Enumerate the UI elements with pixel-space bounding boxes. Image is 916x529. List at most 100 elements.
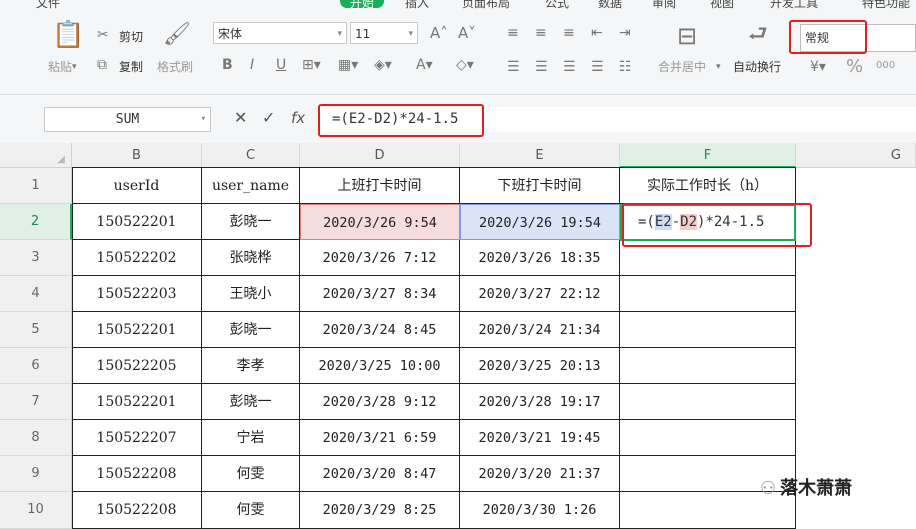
work-hours-cell[interactable] — [620, 384, 796, 420]
row-header[interactable]: 5 — [0, 312, 72, 348]
row-header[interactable]: 1 — [0, 168, 72, 204]
column-header-e[interactable]: E — [460, 143, 620, 168]
userid-cell[interactable]: 150522201 — [72, 384, 202, 420]
checkout-cell[interactable]: 2020/3/20 21:37 — [460, 456, 620, 492]
column-header-b[interactable]: B — [72, 143, 202, 168]
tab-home[interactable]: 开始 — [340, 0, 385, 10]
checkout-cell[interactable]: 2020/3/24 21:34 — [460, 312, 620, 348]
header-cell-checkin[interactable]: 上班打卡时间 — [300, 168, 460, 204]
confirm-icon[interactable]: ✓ — [262, 110, 275, 126]
font-size-select[interactable]: 11 ▾ — [350, 22, 418, 44]
font-shrink-icon[interactable]: A˅ — [458, 26, 476, 41]
header-cell-checkout[interactable]: 下班打卡时间 — [460, 168, 620, 204]
align-center-icon[interactable]: ☰ — [535, 60, 548, 74]
font-color-icon[interactable]: A▾ — [416, 58, 433, 72]
align-top-icon[interactable]: ≡ — [507, 26, 519, 40]
work-hours-cell[interactable] — [620, 276, 796, 312]
cancel-icon[interactable]: ✕ — [234, 110, 247, 126]
chevron-down-icon[interactable]: ▾ — [716, 60, 721, 74]
username-cell[interactable]: 何雯 — [202, 492, 300, 529]
align-bottom-icon[interactable]: ≡ — [563, 26, 575, 40]
tab-data[interactable]: 数据 — [598, 0, 622, 10]
tab-insert[interactable]: 插入 — [405, 0, 429, 10]
format-painter-icon[interactable]: 🖌 — [163, 24, 191, 46]
tab-developer[interactable]: 开发工具 — [770, 0, 818, 10]
copy-button[interactable]: 复制 — [119, 58, 143, 75]
userid-cell[interactable]: 150522201 — [72, 312, 202, 348]
username-cell[interactable]: 张晓桦 — [202, 240, 300, 276]
percent-button[interactable]: % — [846, 56, 863, 77]
indent-increase-icon[interactable]: ⇥ — [619, 26, 631, 40]
scissors-icon[interactable]: ✂ — [97, 28, 109, 42]
checkout-cell[interactable]: 2020/3/27 22:12 — [460, 276, 620, 312]
work-hours-cell[interactable] — [620, 312, 796, 348]
checkout-cell[interactable]: 2020/3/25 20:13 — [460, 348, 620, 384]
name-box[interactable]: SUM ▾ — [44, 107, 211, 132]
checkin-cell[interactable]: 2020/3/21 6:59 — [300, 420, 460, 456]
merge-center-icon[interactable]: ⊟ — [677, 24, 697, 48]
italic-icon[interactable]: I — [250, 58, 254, 72]
clear-icon[interactable]: ◇▾ — [456, 58, 474, 72]
column-header-d[interactable]: D — [300, 143, 460, 168]
username-cell[interactable]: 彭晓一 — [202, 384, 300, 420]
checkout-cell[interactable]: 2020/3/26 19:54 — [460, 204, 620, 240]
indent-decrease-icon[interactable]: ⇤ — [591, 26, 603, 40]
tab-review[interactable]: 审阅 — [652, 0, 676, 10]
bold-icon[interactable]: B — [222, 58, 233, 72]
font-name-select[interactable]: 宋体 ▾ — [213, 22, 347, 44]
checkin-cell[interactable]: 2020/3/25 10:00 — [300, 348, 460, 384]
row-header[interactable]: 4 — [0, 276, 72, 312]
tab-view[interactable]: 视图 — [710, 0, 734, 10]
userid-cell[interactable]: 150522203 — [72, 276, 202, 312]
checkin-cell[interactable]: 2020/3/29 8:25 — [300, 492, 460, 529]
align-middle-icon[interactable]: ≡ — [535, 26, 547, 40]
select-all-corner[interactable]: ◢ — [0, 143, 72, 168]
header-cell-work-hours[interactable]: 实际工作时长（h） — [620, 168, 796, 204]
tab-features[interactable]: 特色功能 — [862, 0, 910, 10]
header-cell-username[interactable]: user_name — [202, 168, 300, 204]
row-header[interactable]: 7 — [0, 384, 72, 420]
row-header[interactable]: 9 — [0, 456, 72, 492]
paste-icon[interactable]: 📋 — [52, 22, 84, 48]
userid-cell[interactable]: 150522202 — [72, 240, 202, 276]
wrap-text-icon[interactable]: ⮐ — [748, 24, 768, 46]
format-painter-button[interactable]: 格式刷 — [157, 58, 193, 75]
column-header-c[interactable]: C — [202, 143, 300, 168]
function-icon[interactable]: fx — [291, 111, 305, 126]
tab-formulas[interactable]: 公式 — [545, 0, 569, 10]
column-header-g[interactable]: G — [796, 143, 916, 168]
row-header[interactable]: 8 — [0, 420, 72, 456]
username-cell[interactable]: 王晓小 — [202, 276, 300, 312]
checkout-cell[interactable]: 2020/3/28 19:17 — [460, 384, 620, 420]
checkin-cell[interactable]: 2020/3/26 9:54 — [300, 204, 460, 240]
username-cell[interactable]: 宁岩 — [202, 420, 300, 456]
thousands-button[interactable]: 000 — [876, 60, 895, 71]
checkin-cell[interactable]: 2020/3/20 8:47 — [300, 456, 460, 492]
cut-button[interactable]: 剪切 — [119, 28, 143, 45]
paste-button[interactable]: 粘贴 — [48, 58, 72, 75]
tab-file[interactable]: 文件 — [36, 0, 60, 10]
row-header[interactable]: 3 — [0, 240, 72, 276]
row-header[interactable]: 10 — [0, 492, 72, 529]
font-grow-icon[interactable]: A˄ — [430, 26, 448, 41]
work-hours-cell[interactable] — [620, 348, 796, 384]
distribute-icon[interactable]: ☷ — [619, 60, 632, 74]
checkin-cell[interactable]: 2020/3/26 7:12 — [300, 240, 460, 276]
checkout-cell[interactable]: 2020/3/30 1:26 — [460, 492, 620, 529]
userid-cell[interactable]: 150522207 — [72, 420, 202, 456]
currency-icon[interactable]: ¥▾ — [810, 60, 826, 74]
username-cell[interactable]: 彭晓一 — [202, 204, 300, 240]
userid-cell[interactable]: 150522208 — [72, 492, 202, 529]
column-header-f[interactable]: F — [620, 143, 796, 168]
copy-icon[interactable]: ⧉ — [97, 58, 107, 72]
justify-icon[interactable]: ☰ — [591, 60, 604, 74]
align-left-icon[interactable]: ☰ — [507, 60, 520, 74]
border-icon[interactable]: ⊞▾ — [302, 58, 321, 72]
checkin-cell[interactable]: 2020/3/24 8:45 — [300, 312, 460, 348]
userid-cell[interactable]: 150522205 — [72, 348, 202, 384]
row-header[interactable]: 6 — [0, 348, 72, 384]
row-header[interactable]: 2 — [0, 204, 72, 240]
checkin-cell[interactable]: 2020/3/27 8:34 — [300, 276, 460, 312]
header-cell-userid[interactable]: userId — [72, 168, 202, 204]
username-cell[interactable]: 李孝 — [202, 348, 300, 384]
